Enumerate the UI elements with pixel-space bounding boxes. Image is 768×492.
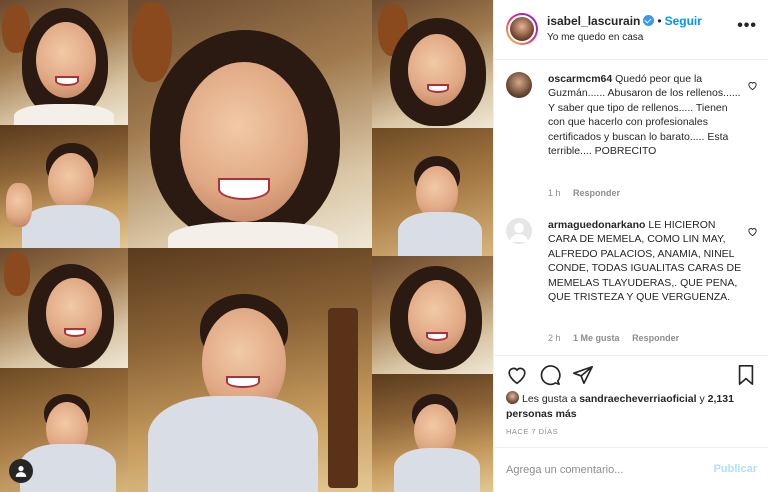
separator-dot: •	[657, 14, 662, 28]
collage-tile	[128, 0, 372, 248]
collage-tile	[128, 248, 372, 492]
collage-tile	[0, 0, 128, 125]
bookmark-icon[interactable]	[735, 364, 757, 386]
comment-input[interactable]	[506, 461, 696, 479]
liker-username[interactable]: sandraecheverriaoficial	[579, 393, 696, 405]
post-timestamp[interactable]: HACE 7 DÍAS	[506, 427, 558, 436]
verified-badge-icon	[643, 15, 655, 26]
collage-tile	[0, 125, 128, 248]
comment-body: oscarmcm64 Quedó peor que la Guzmán.....…	[548, 72, 742, 158]
reply-button[interactable]: Responder	[573, 188, 620, 198]
comment-like-count[interactable]: 1 Me gusta	[573, 333, 620, 343]
likes-prefix: Les gusta a	[522, 393, 577, 405]
reply-button[interactable]: Responder	[632, 333, 679, 343]
comment-time[interactable]: 2 h	[548, 333, 561, 343]
action-bar	[494, 355, 768, 395]
heart-icon[interactable]	[506, 364, 528, 386]
author-line: isabel_lascurain • Seguir	[547, 14, 702, 28]
comment-like-heart-icon[interactable]	[747, 80, 758, 91]
commenter-avatar[interactable]	[506, 218, 532, 244]
commenter-avatar[interactable]	[506, 72, 532, 98]
post-sidebar: isabel_lascurain • Seguir Yo me quedo en c…	[493, 0, 768, 492]
comment-username[interactable]: armaguedonarkano	[548, 219, 645, 231]
collage-tile	[372, 128, 493, 256]
comment-item: armaguedonarkano LE HICIERON CARA DE MEM…	[506, 218, 758, 348]
likes-conj: y	[699, 393, 705, 405]
comment-icon[interactable]	[539, 364, 561, 386]
post-media[interactable]	[0, 0, 493, 492]
follow-button[interactable]: Seguir	[665, 14, 702, 28]
comment-like-heart-icon[interactable]	[747, 226, 758, 237]
comment-body: armaguedonarkano LE HICIERON CARA DE MEM…	[548, 218, 742, 304]
liker-avatar[interactable]	[506, 391, 519, 404]
share-icon[interactable]	[572, 364, 594, 386]
collage-tile	[372, 256, 493, 374]
comment-username[interactable]: oscarmcm64	[548, 73, 612, 85]
comment-item: oscarmcm64 Quedó peor que la Guzmán.....…	[506, 72, 758, 202]
publish-button[interactable]: Publicar	[714, 463, 757, 475]
user-icon	[15, 466, 27, 477]
comment-text: Quedó peor que la Guzmán...... Abusaron …	[548, 73, 741, 158]
post-header: isabel_lascurain • Seguir Yo me quedo en c…	[494, 0, 768, 60]
default-avatar-icon	[510, 223, 528, 242]
collage-tile	[372, 0, 493, 128]
comment-meta: 1 h Responder	[548, 188, 630, 198]
collage-tile	[372, 374, 493, 492]
comment-meta: 2 h 1 Me gusta Responder	[548, 333, 689, 343]
add-comment-bar: Publicar	[494, 447, 768, 492]
author-username[interactable]: isabel_lascurain	[547, 14, 640, 28]
likes-summary: Les gusta a sandraecheverriaoficial y 2,…	[506, 391, 762, 421]
author-avatar[interactable]	[506, 13, 538, 45]
comment-text: LE HICIERON CARA DE MEMELA, COMO LIN MAY…	[548, 219, 742, 304]
comment-time[interactable]: 1 h	[548, 188, 561, 198]
post-location[interactable]: Yo me quedo en casa	[547, 32, 643, 43]
more-options-icon[interactable]: •••	[737, 18, 757, 34]
user-tag-button[interactable]	[9, 459, 33, 483]
collage-tile	[0, 248, 128, 368]
